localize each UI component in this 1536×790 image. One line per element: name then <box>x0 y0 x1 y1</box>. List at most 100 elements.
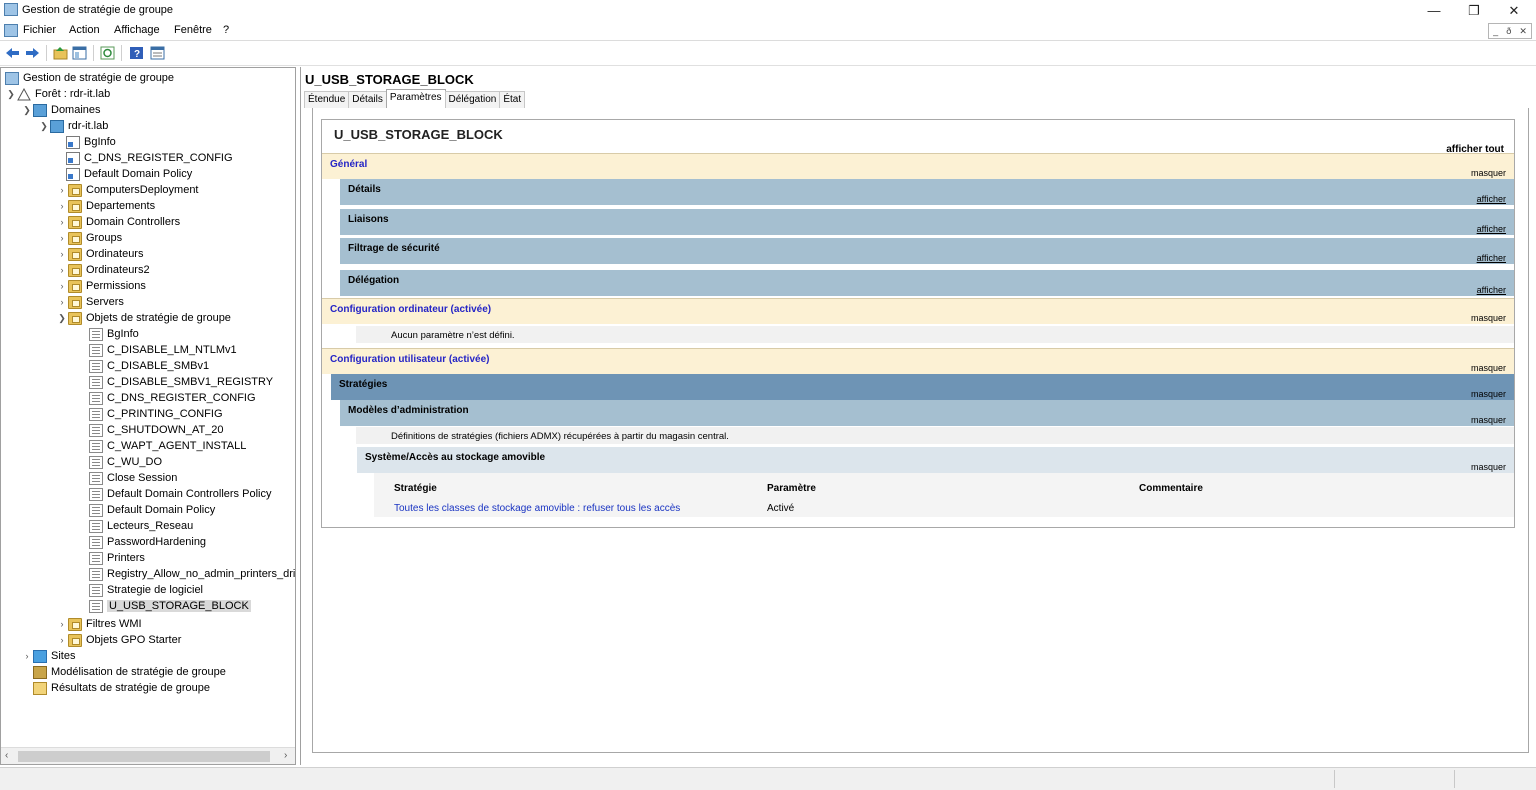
tree-root[interactable]: Gestion de stratégie de groupe <box>5 70 174 86</box>
section-general[interactable]: Général masquer <box>322 153 1514 179</box>
expand-chevron-icon[interactable]: › <box>56 201 68 211</box>
tree-gpo-item[interactable]: C_DISABLE_LM_NTLMv1 <box>89 342 237 358</box>
tree-gpo-item[interactable]: PasswordHardening <box>89 534 206 550</box>
collapse-chevron-icon[interactable]: ❯ <box>56 313 68 324</box>
tree-gpo-item[interactable]: Registry_Allow_no_admin_printers_drive <box>89 566 295 582</box>
mdi-close-button[interactable]: ✕ <box>1519 26 1527 37</box>
tree-ou[interactable]: › Groups <box>56 230 122 246</box>
tree-wmi-filters[interactable]: › Filtres WMI <box>56 616 142 632</box>
minimize-button[interactable]: — <box>1414 0 1454 21</box>
tree-gpo-item[interactable]: Lecteurs_Reseau <box>89 518 193 534</box>
menu-fenetre[interactable]: Fenêtre <box>174 24 212 36</box>
expand-chevron-icon[interactable]: › <box>56 217 68 227</box>
collapse-chevron-icon[interactable]: ❯ <box>5 89 17 100</box>
show-hide-tree-icon[interactable] <box>71 45 88 61</box>
tree-gpo-item[interactable]: U_USB_STORAGE_BLOCK <box>89 598 251 614</box>
menu-help[interactable]: ? <box>223 24 229 36</box>
tree-starter-gpos[interactable]: › Objets GPO Starter <box>56 632 181 648</box>
tree-ou[interactable]: › Domain Controllers <box>56 214 180 230</box>
section-details[interactable]: Détails afficher <box>340 179 1514 205</box>
expand-chevron-icon[interactable]: › <box>56 281 68 291</box>
expand-chevron-icon[interactable]: › <box>56 635 68 645</box>
tree-gpo-item[interactable]: C_DNS_REGISTER_CONFIG <box>89 390 256 406</box>
section-links[interactable]: Liaisons afficher <box>340 209 1514 235</box>
section-policies[interactable]: Stratégies masquer <box>331 374 1514 400</box>
hide-link[interactable]: masquer <box>1471 363 1506 373</box>
refresh-icon[interactable] <box>99 45 116 61</box>
section-removable-storage[interactable]: Système/Accès au stockage amovible masqu… <box>357 447 1514 473</box>
up-folder-icon[interactable] <box>52 45 69 61</box>
tree-gpo-item[interactable]: Strategie de logiciel <box>89 582 203 598</box>
tree-sites[interactable]: › Sites <box>21 648 75 664</box>
hide-link[interactable]: masquer <box>1471 462 1506 472</box>
tree-gpo-item[interactable]: C_SHUTDOWN_AT_20 <box>89 422 224 438</box>
tree-forest[interactable]: ❯ Forêt : rdr-it.lab <box>5 86 110 102</box>
tree-domain[interactable]: ❯ rdr-it.lab <box>38 118 108 134</box>
tree-gpo-item[interactable]: Printers <box>89 550 145 566</box>
tab-delegation[interactable]: Délégation <box>444 91 501 108</box>
hide-link[interactable]: masquer <box>1471 389 1506 399</box>
policy-name-link[interactable]: Toutes les classes de stockage amovible … <box>394 503 680 514</box>
menu-action[interactable]: Action <box>69 24 100 36</box>
console-tree[interactable]: Gestion de stratégie de groupe ❯ Forêt :… <box>0 67 296 765</box>
tab-details[interactable]: Détails <box>348 91 387 108</box>
forward-arrow-icon[interactable] <box>24 45 41 61</box>
show-link[interactable]: afficher <box>1477 224 1506 234</box>
expand-chevron-icon[interactable]: › <box>56 297 68 307</box>
back-arrow-icon[interactable] <box>4 45 21 61</box>
tree-gpo-item[interactable]: BgInfo <box>89 326 139 342</box>
tree-gpo-item[interactable]: C_PRINTING_CONFIG <box>89 406 223 422</box>
tree-ou[interactable]: › Ordinateurs2 <box>56 262 150 278</box>
scroll-right-icon[interactable]: › <box>284 750 287 761</box>
tree-domains[interactable]: ❯ Domaines <box>21 102 101 118</box>
section-security-filtering[interactable]: Filtrage de sécurité afficher <box>340 238 1514 264</box>
hide-link[interactable]: masquer <box>1471 168 1506 178</box>
tree-linked-gpo[interactable]: BgInfo <box>66 134 116 150</box>
tree-ou[interactable]: › Departements <box>56 198 155 214</box>
expand-chevron-icon[interactable]: › <box>21 651 33 661</box>
scroll-thumb[interactable] <box>18 751 270 762</box>
tree-gpo-item[interactable]: Default Domain Controllers Policy <box>89 486 271 502</box>
close-button[interactable]: ✕ <box>1494 0 1534 21</box>
tab-status[interactable]: État <box>499 91 526 108</box>
section-delegation[interactable]: Délégation afficher <box>340 270 1514 296</box>
expand-chevron-icon[interactable]: › <box>56 265 68 275</box>
system-menu-icon[interactable] <box>4 24 18 37</box>
tree-linked-gpo[interactable]: C_DNS_REGISTER_CONFIG <box>66 150 233 166</box>
tree-gpo-item[interactable]: C_DISABLE_SMBV1_REGISTRY <box>89 374 273 390</box>
tree-results[interactable]: Résultats de stratégie de groupe <box>33 680 210 696</box>
tree-gpo-item[interactable]: Close Session <box>89 470 177 486</box>
tree-gpo-item[interactable]: C_DISABLE_SMBv1 <box>89 358 209 374</box>
tree-gpo-item[interactable]: C_WU_DO <box>89 454 162 470</box>
show-link[interactable]: afficher <box>1477 285 1506 295</box>
properties-icon[interactable] <box>149 45 166 61</box>
help-icon[interactable]: ? <box>128 45 145 61</box>
show-link[interactable]: afficher <box>1477 253 1506 263</box>
collapse-chevron-icon[interactable]: ❯ <box>38 121 50 132</box>
expand-chevron-icon[interactable]: › <box>56 619 68 629</box>
tree-gpo-item[interactable]: C_WAPT_AGENT_INSTALL <box>89 438 246 454</box>
expand-chevron-icon[interactable]: › <box>56 249 68 259</box>
tree-ou[interactable]: › Ordinateurs <box>56 246 143 262</box>
mdi-restore-button[interactable]: ð <box>1506 26 1511 36</box>
section-user-config[interactable]: Configuration utilisateur (activée) masq… <box>322 348 1514 374</box>
tree-ou[interactable]: › ComputersDeployment <box>56 182 199 198</box>
collapse-chevron-icon[interactable]: ❯ <box>21 105 33 116</box>
expand-chevron-icon[interactable]: › <box>56 233 68 243</box>
tree-linked-gpo[interactable]: Default Domain Policy <box>66 166 192 182</box>
tree-modeling[interactable]: Modélisation de stratégie de groupe <box>33 664 226 680</box>
tree-horizontal-scrollbar[interactable]: ‹ › <box>1 747 295 764</box>
tab-scope[interactable]: Étendue <box>304 91 350 108</box>
hide-link[interactable]: masquer <box>1471 313 1506 323</box>
mdi-minimize-button[interactable]: _ <box>1493 26 1498 36</box>
tree-ou[interactable]: › Permissions <box>56 278 146 294</box>
tab-settings[interactable]: Paramètres <box>385 89 446 108</box>
section-admin-templates[interactable]: Modèles d’administration masquer <box>340 400 1514 426</box>
section-computer-config[interactable]: Configuration ordinateur (activée) masqu… <box>322 298 1514 324</box>
expand-chevron-icon[interactable]: › <box>56 185 68 195</box>
scroll-left-icon[interactable]: ‹ <box>5 750 8 761</box>
tree-gpo-item[interactable]: Default Domain Policy <box>89 502 215 518</box>
tree-ou[interactable]: › Servers <box>56 294 124 310</box>
hide-link[interactable]: masquer <box>1471 415 1506 425</box>
menu-affichage[interactable]: Affichage <box>114 24 160 36</box>
